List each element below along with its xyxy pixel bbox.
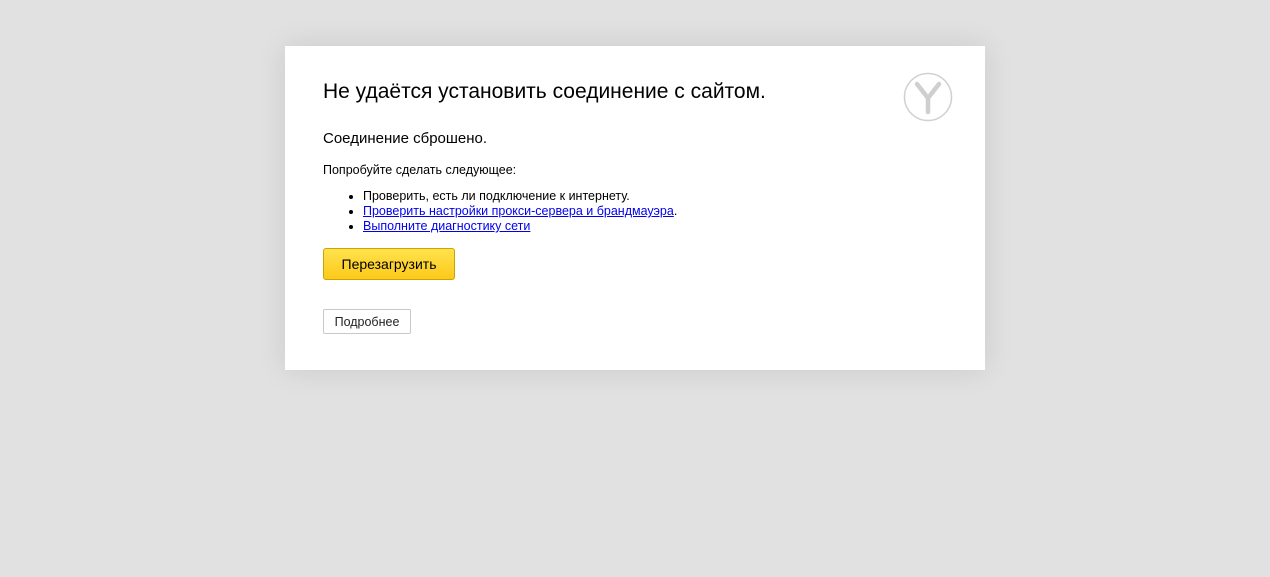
error-card: Не удаётся установить соединение с сайто… [285,46,985,370]
details-button[interactable]: Подробнее [323,309,411,334]
suggestions-list: Проверить, есть ли подключение к интерне… [323,189,677,234]
suggestion-diagnostics: Выполните диагностику сети [363,219,677,234]
suggestion-check-proxy: Проверить настройки прокси-сервера и бра… [363,204,677,219]
yandex-browser-logo-icon [903,72,953,122]
suggestion-check-connection-text: Проверить, есть ли подключение к интерне… [363,189,630,203]
error-subtitle: Соединение сброшено. [323,130,488,147]
error-title: Не удаётся установить соединение с сайто… [323,80,766,103]
check-proxy-suffix: . [673,204,678,218]
suggestions-hint: Попробуйте сделать следующее: [323,163,517,177]
network-diagnostics-link[interactable]: Выполните диагностику сети [363,219,530,233]
check-proxy-link[interactable]: Проверить настройки прокси-сервера и бра… [363,204,674,218]
suggestion-check-connection: Проверить, есть ли подключение к интерне… [363,189,677,204]
reload-button[interactable]: Перезагрузить [323,248,455,280]
